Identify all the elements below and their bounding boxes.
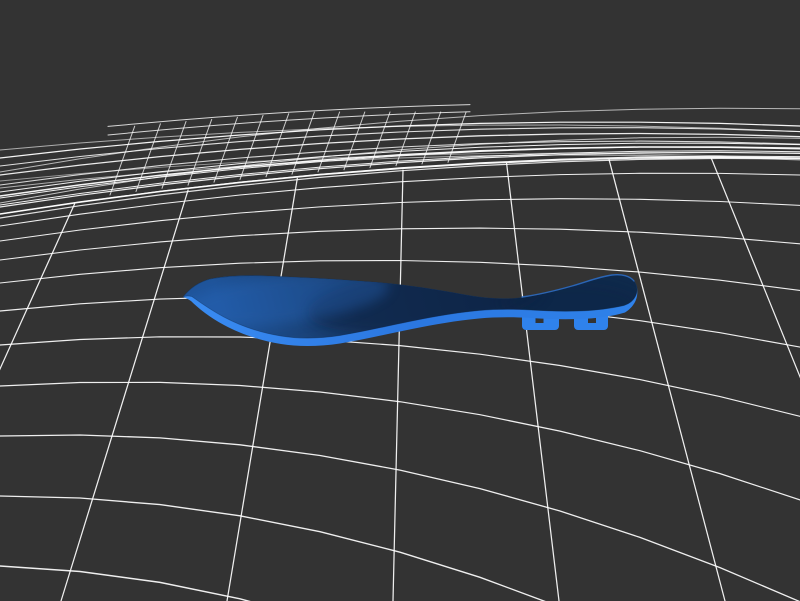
viewport-3d[interactable] [0, 0, 800, 601]
viewport-canvas[interactable] [0, 0, 800, 601]
